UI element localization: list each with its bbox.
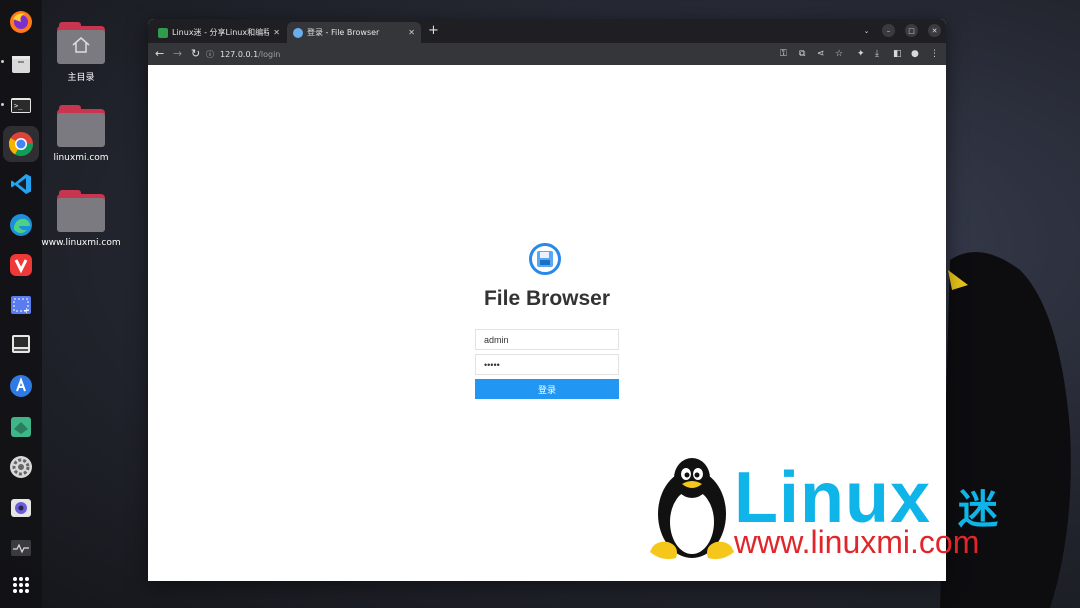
maps-icon[interactable] [3,409,39,445]
url-host: 127.0.0.1 [220,49,259,59]
brand-url: www.linuxmi.com [734,524,980,560]
forward-icon[interactable]: → [173,47,182,61]
svg-text:+: + [23,306,30,315]
tab-bar: Linux迷 - 分享Linux和编程 ✕ 登录 - File Browser … [148,19,946,43]
address-bar[interactable]: ⓘ 127.0.0.1/login [206,46,466,62]
share-icon[interactable]: ⋖ [817,47,825,61]
tab-title: 登录 - File Browser [307,28,380,37]
new-tab-icon[interactable]: + [428,23,439,38]
desktop-icon-label: linuxmi.com [53,153,109,163]
desktop-icon-label: www.linuxmi.com [41,238,121,248]
desktop-icon-www-linuxmi[interactable]: www.linuxmi.com [41,190,121,248]
file-browser-favicon-icon [293,27,303,38]
tab-title: Linux迷 - 分享Linux和编程 [172,28,270,37]
close-tab-icon[interactable]: ✕ [408,28,415,37]
screenshot-icon[interactable]: + [3,287,39,323]
dock: >_ + [0,0,42,608]
close-window-icon[interactable]: ✕ [928,24,941,37]
key-icon[interactable]: ⚿ [780,47,787,61]
files-icon[interactable] [3,46,39,82]
side-panel-icon[interactable]: ◧ [893,47,902,61]
bookmark-star-icon[interactable]: ☆ [835,47,843,61]
disk-manager-icon[interactable] [3,326,39,362]
minimize-icon[interactable]: – [882,24,895,37]
camera-icon[interactable] [3,490,39,526]
profile-icon[interactable]: ● [911,47,919,61]
folder-icon [57,190,105,232]
tab-search-icon[interactable]: ⌄ [860,24,873,37]
desktop-icon-home[interactable]: 主目录 [41,22,121,83]
desktop-icon-linuxmi[interactable]: linuxmi.com [41,105,121,163]
download-icon[interactable]: ⤓ [875,47,879,61]
back-icon[interactable]: ← [155,47,164,61]
close-tab-icon[interactable]: ✕ [273,28,280,37]
folder-icon [57,105,105,147]
tab-file-browser[interactable]: 登录 - File Browser ✕ [287,22,421,43]
menu-icon[interactable]: ⋮ [930,47,939,61]
file-browser-logo-icon [529,243,561,275]
app-title: File Browser [483,287,611,310]
vscode-icon[interactable] [3,166,39,202]
chrome-icon[interactable] [3,126,39,162]
edge-icon[interactable] [3,207,39,243]
maximize-icon[interactable]: □ [905,24,918,37]
install-app-icon[interactable]: ⧉ [799,47,805,61]
tux-penguin-logo [650,458,734,560]
tab-linuxmi[interactable]: Linux迷 - 分享Linux和编程 ✕ [152,22,286,43]
linuxmi-favicon-icon [158,27,168,38]
system-monitor-icon[interactable] [3,530,39,566]
reload-icon[interactable]: ↻ [191,47,200,61]
settings-icon[interactable] [3,449,39,485]
terminal-icon[interactable]: >_ [3,87,39,123]
firefox-icon[interactable] [3,4,39,40]
url-path: /login [258,49,281,59]
brand-mi: 迷 [958,487,998,533]
svg-text:>_: >_ [14,102,23,110]
login-button[interactable]: 登录 [475,379,619,399]
home-folder-icon [57,22,105,64]
browser-toolbar: ← → ↻ ⓘ 127.0.0.1/login ⚿ ⧉ ⋖ ☆ ✦ ⤓ ◧ ● … [148,43,946,65]
site-info-icon[interactable]: ⓘ [206,49,214,60]
desktop-icon-label: 主目录 [67,73,95,83]
vivaldi-icon[interactable] [3,247,39,283]
app-store-icon[interactable] [3,368,39,404]
extensions-icon[interactable]: ✦ [857,47,865,61]
username-input[interactable] [475,329,619,350]
app-grid-icon[interactable] [3,567,39,603]
password-input[interactable] [475,354,619,375]
